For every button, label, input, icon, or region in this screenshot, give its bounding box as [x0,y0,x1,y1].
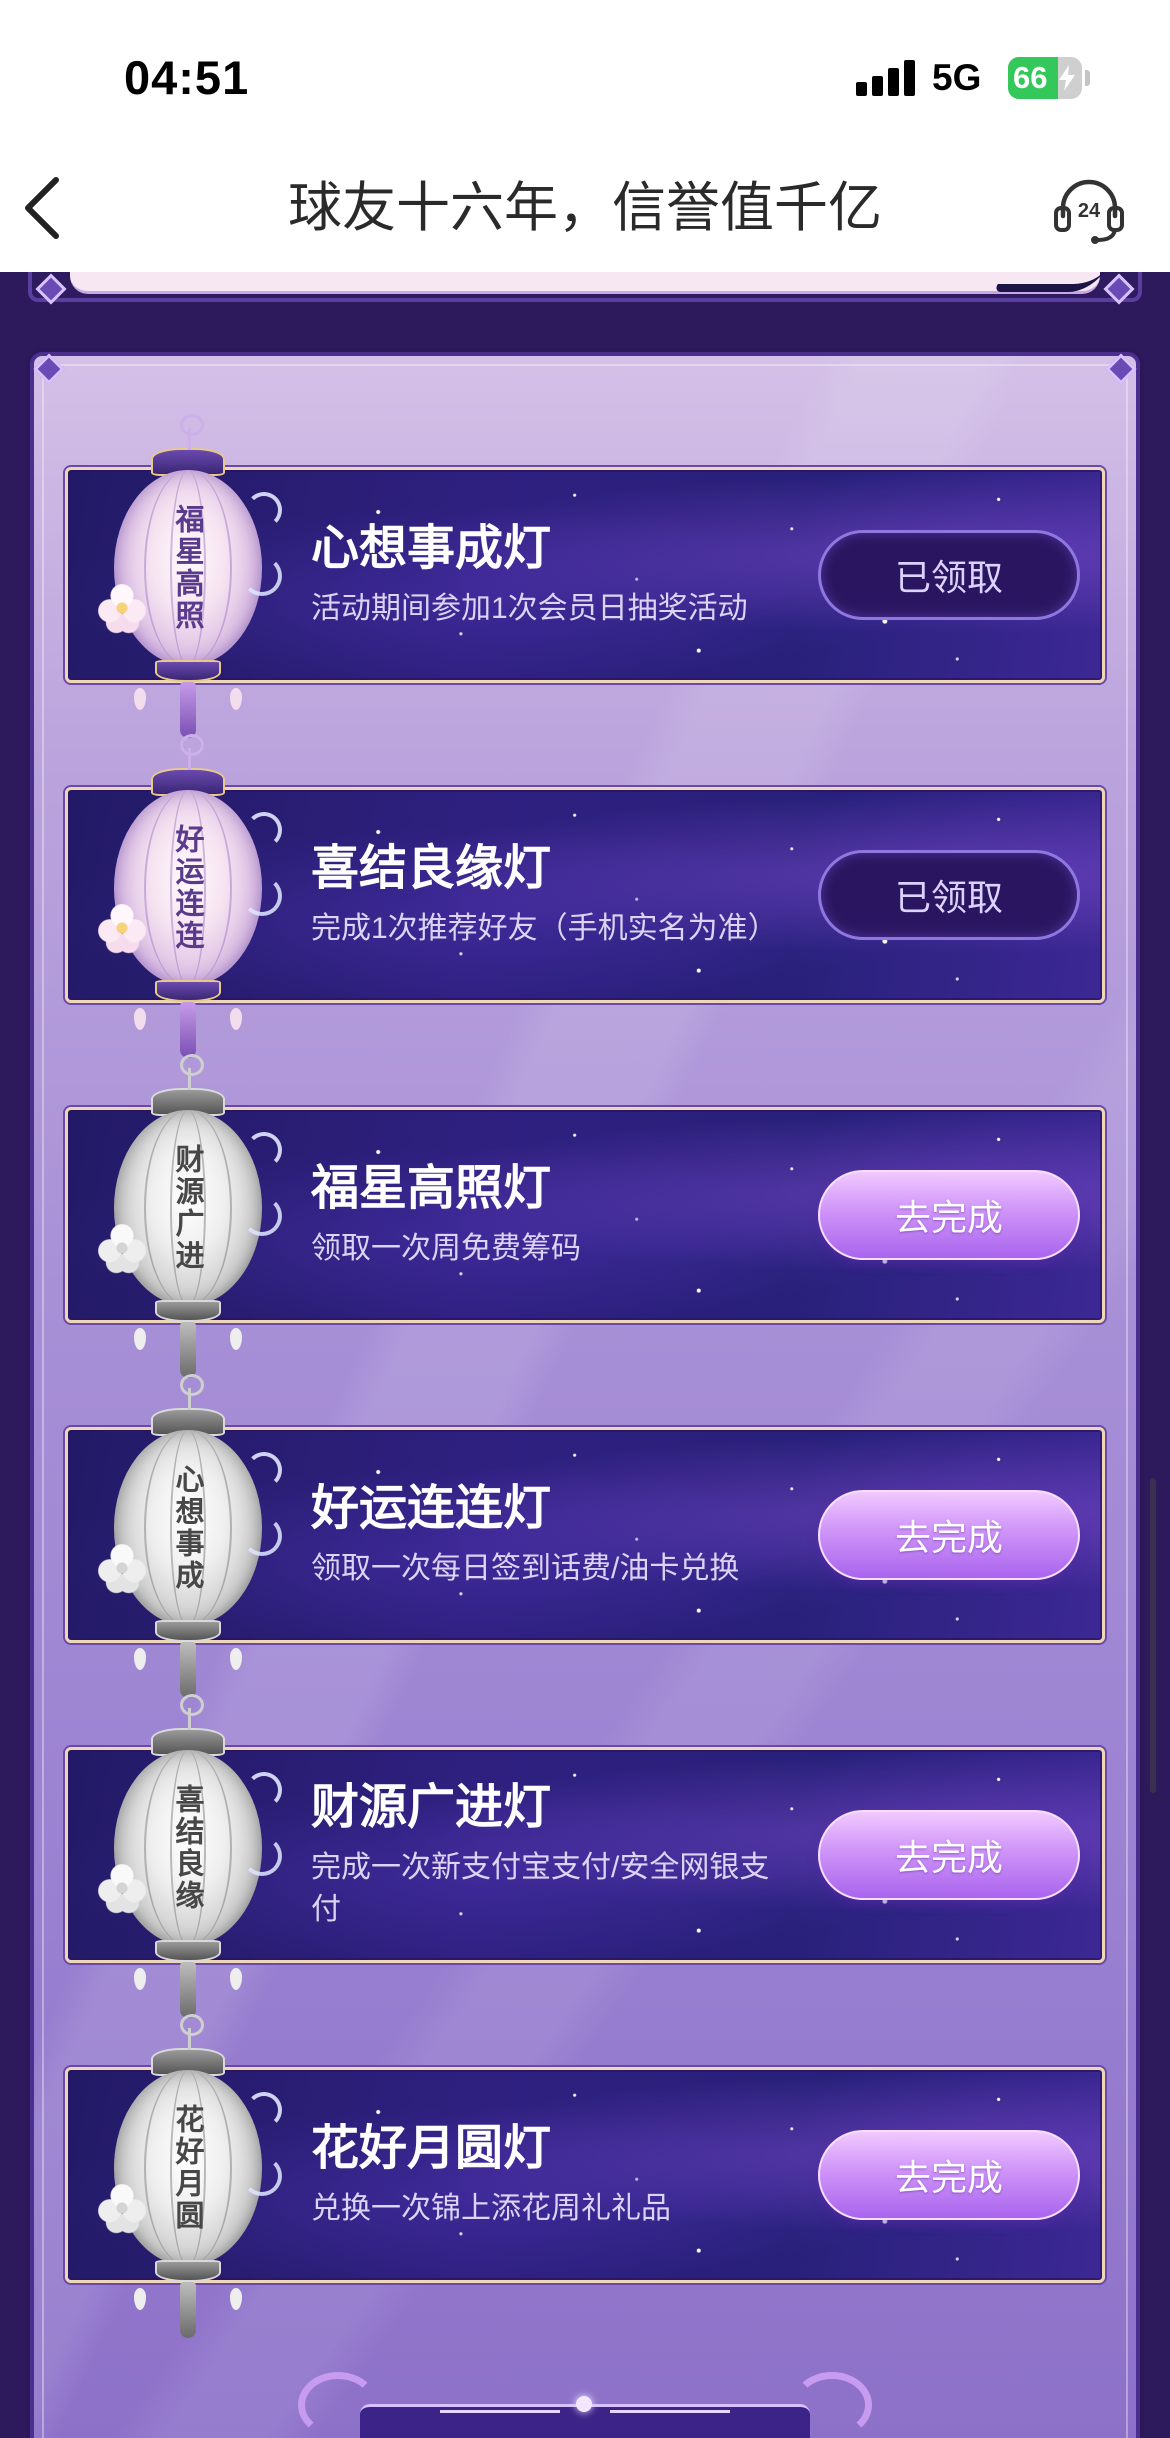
lantern-bottom-cap [155,1940,221,1962]
status-bar: 04:51 5G 66 [0,0,1170,150]
battery-cap [1085,70,1090,86]
customer-service-button[interactable]: 24 [1050,170,1128,248]
battery-level: 66 [1013,60,1048,95]
lantern-tassel [134,1002,242,1058]
network-type: 5G [932,57,982,98]
previous-panel-edge [70,272,1100,294]
task-card: 喜结良缘 财源广进灯 完成一次新支付宝支付/安全网银支付 去完成 [65,1694,1105,2018]
task-description: 完成1次推荐好友（手机实名为准） [311,912,778,945]
lantern-body: 喜结良缘 [114,1750,262,1946]
headset-24-icon: 24 [1054,179,1124,244]
lantern-text: 心想事成 [171,1464,205,1592]
lantern-tassel [134,1322,242,1378]
lantern-illustration: 好运连连 [88,732,288,1062]
task-info: 喜结良缘灯 完成1次推荐好友（手机实名为准） [311,790,811,1000]
lantern-bottom-cap [155,1300,221,1322]
lantern-body: 福星高照 [114,470,262,666]
task-card: 心想事成 好运连连灯 领取一次每日签到话费/油卡兑换 去完成 [65,1374,1105,1698]
support-badge-text: 24 [1078,200,1101,222]
cellular-signal-icon [856,60,916,96]
task-description: 完成一次新支付宝支付/安全网银支付 [311,1851,770,1926]
task-title: 好运连连灯 [311,1482,552,1535]
task-title: 福星高照灯 [311,1162,552,1215]
task-card: 花好月圆 花好月圆灯 兑换一次锦上添花周礼礼品 去完成 [65,2014,1105,2338]
back-button[interactable] [16,172,68,244]
task-description: 兑换一次锦上添花周礼礼品 [311,2192,671,2225]
cloud-curl-ornament [242,492,282,596]
flower-ornament [94,900,150,956]
lantern-body: 财源广进 [114,1110,262,1306]
lantern-text: 喜结良缘 [171,1784,205,1912]
lantern-body: 花好月圆 [114,2070,262,2266]
go-complete-button[interactable]: 去完成 [818,1810,1080,1900]
page-title: 球友十六年，信誉值千亿 [288,178,882,238]
lantern-tassel [134,1962,242,2018]
lantern-bottom-cap [155,980,221,1002]
lantern-illustration: 财源广进 [88,1052,288,1382]
go-complete-button[interactable]: 去完成 [818,1490,1080,1580]
lantern-tassel [134,2282,242,2338]
task-description: 领取一次每日签到话费/油卡兑换 [311,1552,740,1585]
lantern-illustration: 福星高照 [88,412,288,742]
cloud-curl-ornament [242,1452,282,1556]
flower-ornament [94,1860,150,1916]
task-info: 财源广进灯 完成一次新支付宝支付/安全网银支付 [311,1750,811,1960]
ornament-line [610,2410,730,2413]
task-info: 福星高照灯 领取一次周免费筹码 [311,1110,811,1320]
claimed-button[interactable]: 已领取 [818,530,1080,620]
lantern-text: 财源广进 [171,1144,205,1272]
screen: 04:51 5G 66 球友十六年，信誉值千亿 24 福星高照 心想事成灯 活动… [0,0,1170,2438]
lantern-bottom-cap [155,1620,221,1642]
lantern-tassel [134,682,242,738]
ornament-line [440,2410,560,2413]
lantern-bottom-cap [155,660,221,682]
lantern-text: 好运连连 [171,824,205,952]
task-info: 心想事成灯 活动期间参加1次会员日抽奖活动 [311,470,811,680]
task-description: 活动期间参加1次会员日抽奖活动 [311,592,748,625]
task-title: 喜结良缘灯 [311,842,552,895]
chevron-left-icon [25,177,59,239]
cloud-curl-ornament [242,2092,282,2196]
task-title: 心想事成灯 [311,522,552,575]
cloud-curl-ornament [242,812,282,916]
flower-ornament [94,2180,150,2236]
lantern-illustration: 花好月圆 [88,2012,288,2342]
lantern-tassel [134,1642,242,1698]
task-title: 花好月圆灯 [311,2122,552,2175]
cloud-curl-ornament [242,1132,282,1236]
task-info: 花好月圆灯 兑换一次锦上添花周礼礼品 [311,2070,811,2280]
lantern-body: 心想事成 [114,1430,262,1626]
flower-ornament [94,1540,150,1596]
lantern-text: 福星高照 [171,504,205,632]
go-complete-button[interactable]: 去完成 [818,1170,1080,1260]
task-title: 财源广进灯 [311,1781,552,1834]
lantern-bottom-cap [155,2260,221,2282]
go-complete-button[interactable]: 去完成 [818,2130,1080,2220]
task-info: 好运连连灯 领取一次每日签到话费/油卡兑换 [311,1430,811,1640]
lantern-body: 好运连连 [114,790,262,986]
task-card: 好运连连 喜结良缘灯 完成1次推荐好友（手机实名为准） 已领取 [65,734,1105,1058]
claimed-button[interactable]: 已领取 [818,850,1080,940]
cloud-curl-ornament [242,1772,282,1876]
task-card: 财源广进 福星高照灯 领取一次周免费筹码 去完成 [65,1054,1105,1378]
flower-ornament [94,580,150,636]
status-time: 04:51 [124,51,250,104]
scrollbar[interactable] [1150,1478,1156,1793]
task-card: 福星高照 心想事成灯 活动期间参加1次会员日抽奖活动 已领取 [65,414,1105,738]
lantern-text: 花好月圆 [171,2104,205,2232]
ornament-jewel [576,2396,592,2412]
lantern-illustration: 喜结良缘 [88,1692,288,2022]
navigation-bar: 球友十六年，信誉值千亿 24 [0,150,1170,272]
charging-bolt-icon [1059,65,1075,91]
lantern-illustration: 心想事成 [88,1372,288,1702]
battery-icon: 66 [1008,57,1082,99]
task-description: 领取一次周免费筹码 [311,1232,581,1265]
flower-ornament [94,1220,150,1276]
